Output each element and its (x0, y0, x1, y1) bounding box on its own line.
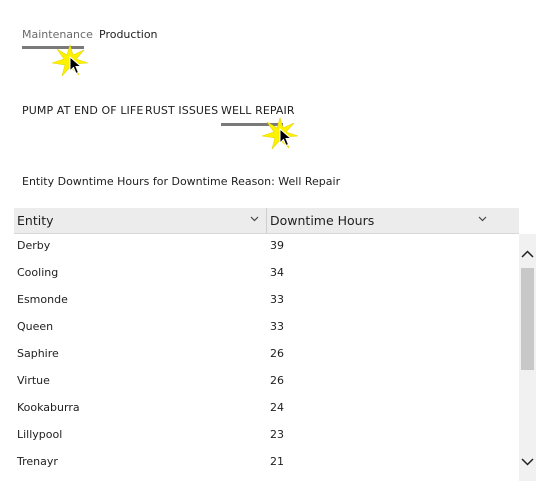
tab-maintenance-underline (22, 46, 84, 49)
column-header-entity[interactable]: Entity (17, 208, 54, 233)
entity-cell: Kookaburra (17, 401, 80, 414)
tab-pump-at-end-of-life[interactable]: PUMP AT END OF LIFE (22, 104, 143, 118)
entity-cell: Cooling (17, 266, 59, 279)
table-row[interactable]: Kookaburra 24 (14, 396, 519, 423)
table-caption: Entity Downtime Hours for Downtime Reaso… (22, 175, 341, 188)
hours-cell: 33 (270, 293, 284, 306)
hours-cell: 26 (270, 374, 284, 387)
column-divider[interactable] (266, 208, 267, 233)
tab-maintenance[interactable]: Maintenance (22, 28, 93, 42)
hours-cell: 21 (270, 455, 284, 468)
table-row[interactable]: Derby 39 (14, 234, 519, 261)
hours-cell: 26 (270, 347, 284, 360)
scrollbar-thumb[interactable] (521, 268, 534, 370)
mouse-pointer-icon (69, 56, 82, 75)
tab-well-repair[interactable]: WELL REPAIR (221, 104, 295, 118)
chevron-down-icon[interactable] (519, 453, 536, 470)
table-body: Derby 39 Cooling 34 Esmonde 33 Queen 33 … (14, 234, 519, 481)
hours-cell: 34 (270, 266, 284, 279)
table-row[interactable]: Lillypool 23 (14, 423, 519, 450)
hours-cell: 24 (270, 401, 284, 414)
chevron-down-icon[interactable] (250, 216, 259, 222)
chevron-up-icon[interactable] (519, 246, 536, 263)
column-header-downtime-hours[interactable]: Downtime Hours (270, 208, 374, 233)
hours-cell: 39 (270, 239, 284, 252)
entity-cell: Queen (17, 320, 54, 333)
entity-cell: Esmonde (17, 293, 68, 306)
tab-production[interactable]: Production (99, 28, 158, 42)
table-row[interactable]: Virtue 26 (14, 369, 519, 396)
hours-cell: 33 (270, 320, 284, 333)
hours-cell: 23 (270, 428, 284, 441)
entity-cell: Lillypool (17, 428, 63, 441)
click-burst-icon (51, 44, 89, 77)
chevron-down-icon[interactable] (478, 216, 487, 222)
entity-cell: Saphire (17, 347, 59, 360)
entity-cell: Trenayr (17, 455, 58, 468)
vertical-scrollbar[interactable] (519, 234, 536, 481)
tab-rust-issues[interactable]: RUST ISSUES (145, 104, 218, 118)
table-row[interactable]: Saphire 26 (14, 342, 519, 369)
tab-well-repair-underline (221, 123, 283, 126)
table-row[interactable]: Esmonde 33 (14, 288, 519, 315)
mouse-pointer-icon (279, 128, 292, 147)
table-header: Entity Downtime Hours (14, 208, 519, 234)
entity-cell: Derby (17, 239, 51, 252)
entity-cell: Virtue (17, 374, 50, 387)
table-row[interactable]: Cooling 34 (14, 261, 519, 288)
table-row[interactable]: Trenayr 21 (14, 450, 519, 477)
table-row[interactable]: Queen 33 (14, 315, 519, 342)
